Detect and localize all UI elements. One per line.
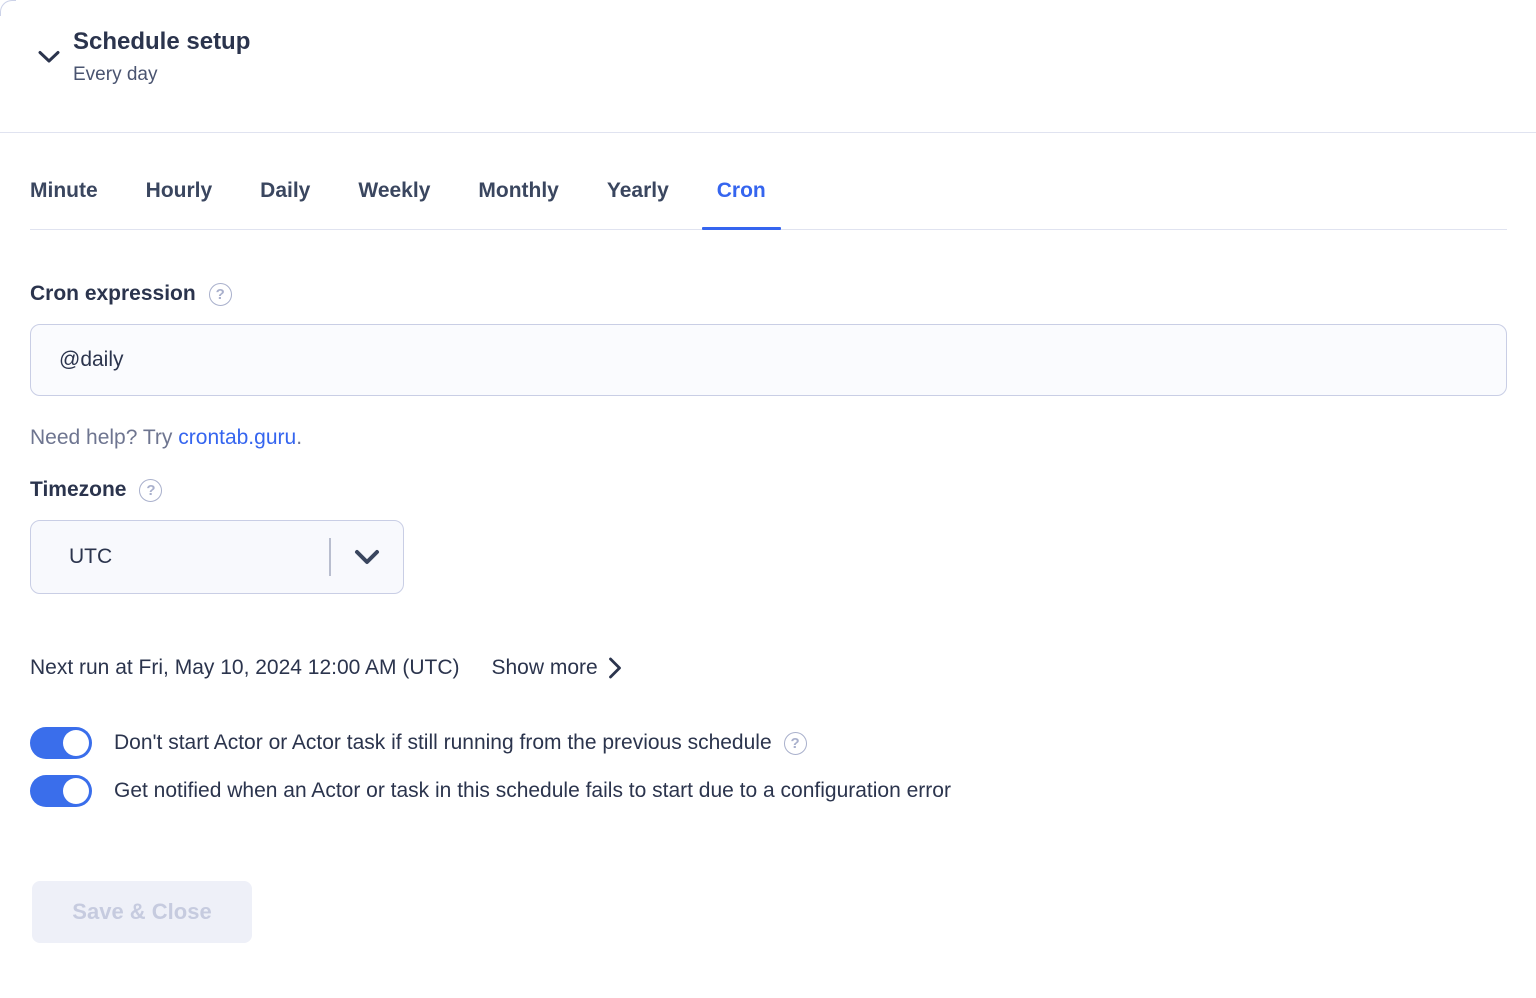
get-notified-toggle[interactable] xyxy=(30,775,92,807)
toggle-label: Don't start Actor or Actor task if still… xyxy=(114,731,772,755)
timezone-label: Timezone xyxy=(30,478,126,502)
tab-yearly[interactable]: Yearly xyxy=(607,179,669,229)
tab-monthly[interactable]: Monthly xyxy=(478,179,558,229)
question-circle-icon[interactable]: ? xyxy=(209,283,232,306)
dont-start-toggle[interactable] xyxy=(30,727,92,759)
toggle-row-get-notified: Get notified when an Actor or task in th… xyxy=(30,775,1507,807)
question-circle-icon[interactable]: ? xyxy=(139,479,162,502)
tab-weekly[interactable]: Weekly xyxy=(358,179,430,229)
save-and-close-button[interactable]: Save & Close xyxy=(32,881,252,943)
cron-expression-label-row: Cron expression ? xyxy=(30,282,1507,306)
help-text-suffix: . xyxy=(296,426,302,449)
timezone-select[interactable]: UTC xyxy=(30,520,404,594)
toggle-knob xyxy=(63,730,89,756)
tab-hourly[interactable]: Hourly xyxy=(146,179,213,229)
show-more-label: Show more xyxy=(492,656,598,680)
schedule-setup-header: Schedule setup Every day xyxy=(0,0,1536,133)
toggle-knob xyxy=(63,778,89,804)
next-run-text: Next run at Fri, May 10, 2024 12:00 AM (… xyxy=(30,656,460,680)
tab-cron[interactable]: Cron xyxy=(717,179,766,229)
cron-expression-input[interactable] xyxy=(30,324,1507,396)
chevron-down-icon[interactable] xyxy=(38,50,60,64)
toggle-label: Get notified when an Actor or task in th… xyxy=(114,779,951,803)
cron-expression-label: Cron expression xyxy=(30,282,196,306)
page-title: Schedule setup xyxy=(73,28,250,57)
question-circle-icon[interactable]: ? xyxy=(784,732,807,755)
help-text-prefix: Need help? Try xyxy=(30,426,178,449)
schedule-type-tabs: Minute Hourly Daily Weekly Monthly Yearl… xyxy=(30,179,1507,230)
page-subtitle: Every day xyxy=(73,64,250,86)
timezone-selected-value: UTC xyxy=(31,545,329,569)
tab-minute[interactable]: Minute xyxy=(30,179,98,229)
cron-help-text: Need help? Try crontab.guru. xyxy=(30,426,1507,450)
next-run-row: Next run at Fri, May 10, 2024 12:00 AM (… xyxy=(30,656,1507,680)
toggle-row-dont-start: Don't start Actor or Actor task if still… xyxy=(30,727,1507,759)
tab-daily[interactable]: Daily xyxy=(260,179,310,229)
chevron-right-icon xyxy=(608,657,622,679)
timezone-label-row: Timezone ? xyxy=(30,478,1507,502)
show-more-link[interactable]: Show more xyxy=(492,656,622,680)
chevron-down-icon xyxy=(331,549,403,565)
crontab-guru-link[interactable]: crontab.guru xyxy=(178,426,296,449)
